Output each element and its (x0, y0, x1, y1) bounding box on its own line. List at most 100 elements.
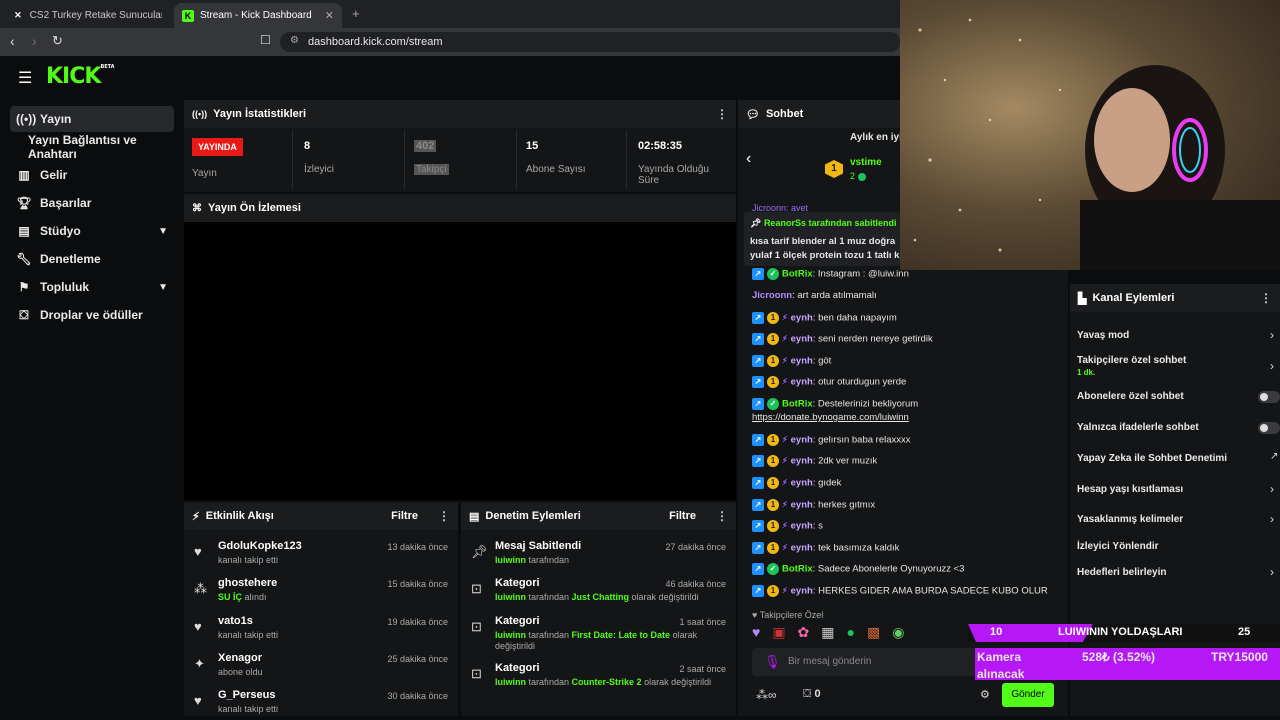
chat-username[interactable]: BotRix (782, 564, 813, 575)
chevron-right-icon[interactable]: › (1270, 328, 1274, 342)
chevron-left-icon[interactable]: ‹ (746, 150, 751, 168)
chat-username[interactable]: eynh (791, 500, 813, 511)
chat-username[interactable]: eynh (791, 377, 813, 388)
emote-icon[interactable]: ♥ (752, 624, 760, 644)
bookmark-icon[interactable]: ☐ (260, 33, 271, 47)
chat-message[interactable]: ↗ 1 ⚡︎ eynh: gıdek (752, 477, 841, 489)
action-banned-words[interactable]: Yasaklanmış kelimeler (1077, 514, 1183, 525)
moderation-item[interactable]: 📌︎ Mesaj Sabitlendi luiwinn tarafından 2… (469, 540, 728, 574)
sidebar-item-gelir[interactable]: ▥ Gelir (10, 162, 174, 188)
sidebar-item-yayin[interactable]: ((•)) Yayın (10, 106, 174, 132)
chat-link[interactable]: https://donate.bynogame.com/luiwinn (752, 412, 909, 423)
subscribers-only-toggle[interactable] (1258, 391, 1280, 403)
action-host[interactable]: İzleyici Yönlendir (1077, 541, 1159, 552)
more-options-icon[interactable]: ⋮ (1260, 291, 1272, 305)
chat-message[interactable]: ↗ 1 ⚡︎ eynh: tek basımıza kaldık (752, 542, 899, 554)
back-icon[interactable]: ‹ (10, 33, 15, 49)
emote-only-toggle[interactable] (1258, 422, 1280, 434)
points-display[interactable]: ⛋ 0 (803, 688, 821, 701)
filter-button[interactable]: Filtre (669, 510, 696, 522)
pinned-message[interactable]: 📌︎ ReanorSs tarafından sabitlendi kısa t… (744, 212, 900, 266)
more-options-icon[interactable]: ⋮ (716, 509, 728, 523)
browser-tab-cs2[interactable]: ✕ CS2 Turkey Retake Sunucuları – Düşü (4, 3, 170, 28)
activity-item[interactable]: ✦ Xenagor abone oldu 25 dakika önce (192, 652, 450, 686)
sidebar-item-denetleme[interactable]: 🔧︎ Denetleme (10, 246, 174, 272)
mic-icon[interactable]: 🎙︎ (764, 654, 781, 670)
emote-icon[interactable]: ✿ (798, 624, 810, 644)
forward-icon[interactable]: › (32, 33, 37, 49)
filter-button[interactable]: Filtre (391, 510, 418, 522)
chat-message[interactable]: ↗ 1 ⚡︎ eynh: otur oturdugun yerde (752, 376, 906, 388)
external-link-icon[interactable]: ↗ (1270, 451, 1278, 462)
browser-tab-kick[interactable]: K Stream - Kick Dashboard ✕ (174, 3, 342, 28)
send-button[interactable]: Gönder (1002, 683, 1054, 707)
chat-input[interactable]: 🎙︎ Bir mesaj gönderin (752, 648, 976, 676)
more-options-icon[interactable]: ⋮ (438, 509, 450, 523)
action-slow-mode[interactable]: Yavaş mod (1077, 330, 1129, 341)
chat-username[interactable]: eynh (791, 521, 813, 532)
leader-name[interactable]: vstime (850, 157, 882, 168)
chevron-right-icon[interactable]: › (1270, 482, 1274, 496)
action-account-age[interactable]: Hesap yaşı kısıtlaması (1077, 484, 1183, 495)
emote-icon[interactable]: ▩ (867, 624, 880, 644)
action-subscribers-only[interactable]: Abonelere özel sohbet (1077, 391, 1184, 402)
url-field[interactable]: ⚙ dashboard.kick.com/stream (280, 32, 900, 52)
chat-message[interactable]: ↗ 1 ⚡︎ eynh: gelırsın baba relaxxxx (752, 434, 911, 446)
chat-username[interactable]: eynh (791, 478, 813, 489)
action-emote-only[interactable]: Yalnızca ifadelerle sohbet (1077, 422, 1199, 433)
sidebar-item-studyo[interactable]: ▤ Stüdyo ▼ (10, 218, 174, 244)
chat-message[interactable]: https://donate.bynogame.com/luiwinn (752, 412, 909, 423)
chat-username[interactable]: eynh (791, 456, 813, 467)
new-tab-button[interactable]: + (352, 6, 360, 21)
chat-message[interactable]: ↗ ✓ BotRix: Destelerinizi bekliyorum (752, 398, 918, 410)
chat-message[interactable]: ↗ ✓ BotRix: Sadece Abonelerle Oynuyoruzz <… (752, 563, 964, 575)
action-ai-moderation[interactable]: Yapay Zeka ile Sohbet Denetimi (1077, 453, 1227, 464)
chat-username[interactable]: Jicroonn (752, 290, 792, 301)
preview-video[interactable] (184, 222, 736, 500)
sidebar-item-basarilar[interactable]: 🏆︎ Başarılar (10, 190, 174, 216)
kick-logo[interactable]: KICKBETA (46, 64, 115, 89)
chat-username[interactable]: BotRix (782, 399, 813, 410)
chevron-right-icon[interactable]: › (1270, 359, 1274, 373)
chat-message[interactable]: ↗ 1 ⚡︎ eynh: HERKES GIDER AMA BURDA SADECE … (752, 585, 1048, 597)
chat-message[interactable]: ↗ 1 ⚡︎ eynh: seni nerden nereye getirdik (752, 333, 933, 345)
action-set-goals[interactable]: Hedefleri belirleyin (1077, 567, 1166, 578)
chat-message[interactable]: ↗ 1 ⚡︎ eynh: herkes gıtmıx (752, 499, 875, 511)
gear-icon[interactable]: ⚙ (980, 688, 990, 701)
reload-icon[interactable]: ↻ (52, 33, 63, 49)
moderation-item[interactable]: ⊡ Kategori luiwinn tarafından Just Chatt… (469, 577, 728, 611)
sidebar-item-topluluk[interactable]: ⚑ Topluluk ▼ (10, 274, 174, 300)
sidebar-item-droplar[interactable]: ⛋ Droplar ve ödüller (10, 302, 174, 328)
site-info-icon[interactable]: ⚙ (290, 35, 299, 46)
emote-icon[interactable]: ▣ (772, 624, 785, 644)
close-tab-icon[interactable]: ✕ (325, 9, 334, 22)
emote-icon[interactable]: ◉ (892, 624, 904, 644)
action-followers-only[interactable]: Takipçilere özel sohbet (1077, 355, 1186, 366)
moderation-item[interactable]: ⊡ Kategori luiwinn tarafından Counter-St… (469, 662, 728, 696)
activity-item[interactable]: ⁂ ghostehere SU İÇ alındı 15 dakika önce (192, 577, 450, 611)
infinity-icon[interactable]: ⁂∞ (756, 688, 777, 702)
chat-username[interactable]: eynh (791, 543, 813, 554)
chat-message[interactable]: ↗ 1 ⚡︎ eynh: ben daha napayım (752, 312, 897, 324)
menu-icon[interactable]: ☰ (18, 68, 32, 88)
chat-username[interactable]: BotRix (782, 269, 813, 280)
chat-username[interactable]: eynh (791, 356, 813, 367)
chat-message[interactable]: Jicroonn: art arda atılmamalı (752, 290, 877, 301)
chat-message[interactable]: ↗ ✓ BotRix: Instagram : @luiw.inn (752, 268, 909, 280)
activity-item[interactable]: ♥ G_Perseus kanalı takip etti 30 dakika … (192, 689, 450, 715)
chevron-right-icon[interactable]: › (1270, 565, 1274, 579)
activity-item[interactable]: ♥ vato1s kanalı takip etti 19 dakika önc… (192, 615, 450, 649)
moderation-item[interactable]: ⊡ Kategori luiwinn tarafından First Date… (469, 615, 728, 659)
sidebar-item-stream-key[interactable]: Yayın Bağlantısı ve Anahtarı (22, 133, 182, 161)
chat-message[interactable]: ↗ 1 ⚡︎ eynh: göt (752, 355, 831, 367)
emote-icon[interactable]: ● (847, 624, 855, 644)
chat-username[interactable]: eynh (791, 313, 813, 324)
chat-username[interactable]: eynh (791, 586, 813, 597)
chat-username[interactable]: eynh (791, 334, 813, 345)
more-options-icon[interactable]: ⋮ (716, 107, 728, 121)
chat-message[interactable]: ↗ 1 ⚡︎ eynh: s (752, 520, 823, 532)
emote-icon[interactable]: ▦ (821, 624, 834, 644)
chat-username[interactable]: eynh (791, 435, 813, 446)
chevron-right-icon[interactable]: › (1270, 512, 1274, 526)
chat-message[interactable]: ↗ 1 ⚡︎ eynh: 2dk ver muzık (752, 455, 877, 467)
